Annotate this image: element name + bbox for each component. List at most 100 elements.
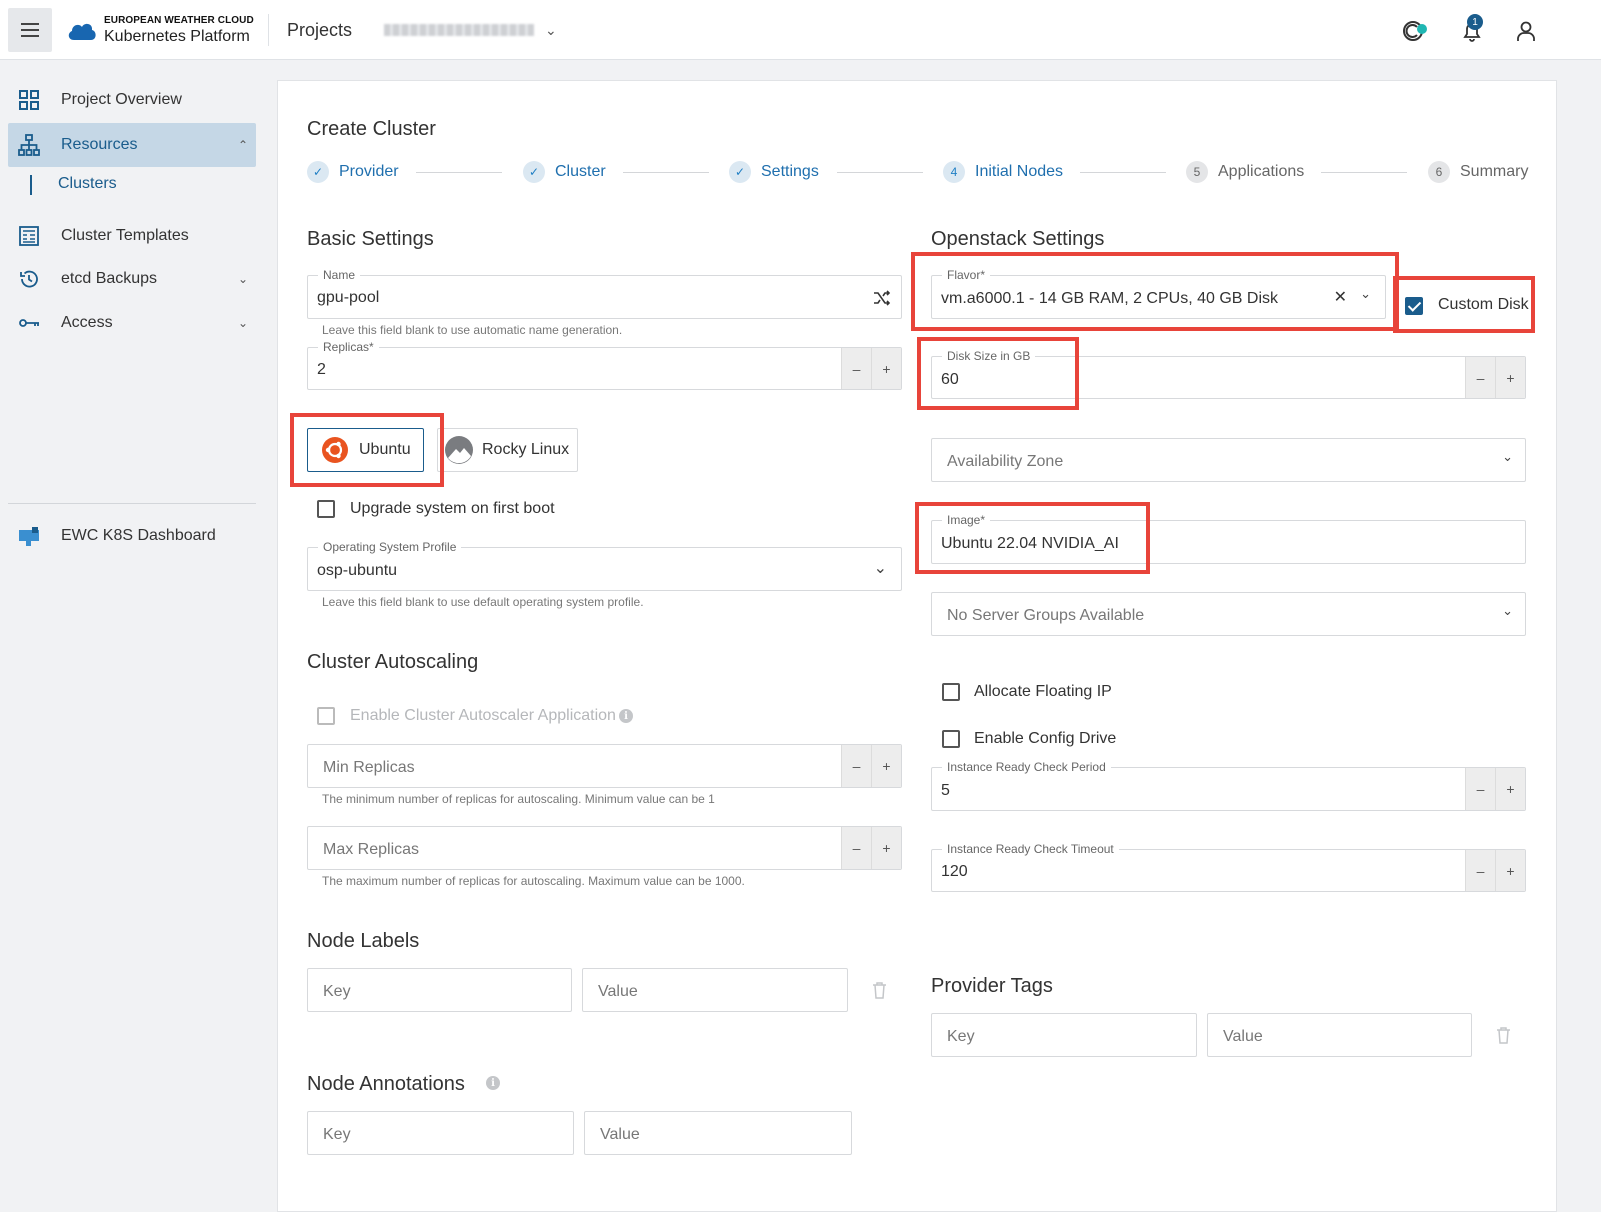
disk-size-field[interactable]: Disk Size in GB 60 – + <box>931 349 1526 399</box>
history-icon <box>20 270 38 288</box>
hamburger-menu-button[interactable] <box>8 8 52 52</box>
trash-icon[interactable] <box>872 982 887 999</box>
step-provider[interactable]: ✓ Provider <box>307 160 399 184</box>
sidebar-item-ewc-k8s-dashboard[interactable]: EWC K8S Dashboard <box>8 514 256 558</box>
ready-check-period-field[interactable]: Instance Ready Check Period 5 – + <box>931 760 1526 811</box>
decrement-button[interactable]: – <box>1465 357 1495 398</box>
field-value: 60 <box>941 371 959 388</box>
config-drive-checkbox[interactable] <box>942 730 960 748</box>
step-connector <box>837 172 923 173</box>
increment-button[interactable]: + <box>1495 357 1525 398</box>
node-label-value-input[interactable]: Value <box>582 968 848 1012</box>
field-value: osp-ubuntu <box>317 562 398 579</box>
floating-ip-checkbox[interactable] <box>942 683 960 701</box>
sidebar-divider <box>8 503 256 504</box>
config-drive-label[interactable]: Enable Config Drive <box>974 730 1116 748</box>
step-summary[interactable]: 6 Summary <box>1428 160 1528 184</box>
check-icon: ✓ <box>307 161 329 183</box>
enable-autoscaler-checkbox[interactable] <box>317 707 335 725</box>
sidebar-item-label: Access <box>61 314 113 331</box>
project-selector-redacted[interactable] <box>384 24 534 36</box>
field-placeholder: Key <box>323 983 351 1000</box>
image-field[interactable]: Image* Ubuntu 22.04 NVIDIA_AI <box>931 513 1526 564</box>
field-placeholder: Value <box>600 1126 640 1143</box>
shuffle-icon[interactable] <box>873 289 891 307</box>
increment-button[interactable]: + <box>871 745 901 787</box>
projects-label[interactable]: Projects <box>287 20 352 41</box>
decrement-button[interactable]: – <box>841 827 871 869</box>
node-annotation-value-input[interactable]: Value <box>584 1111 852 1155</box>
sidebar-item-label: etcd Backups <box>61 270 158 287</box>
provider-tag-key-input[interactable]: Key <box>931 1013 1197 1057</box>
field-value: vm.a6000.1 - 14 GB RAM, 2 CPUs, 40 GB Di… <box>941 290 1279 307</box>
os-ubuntu-button[interactable]: Ubuntu <box>307 428 424 472</box>
decrement-button[interactable]: – <box>841 745 871 787</box>
user-icon[interactable] <box>1513 18 1539 44</box>
field-placeholder: Max Replicas <box>323 841 420 858</box>
increment-button[interactable]: + <box>1495 768 1525 810</box>
step-connector <box>1080 172 1166 173</box>
chevron-down-icon[interactable]: ⌄ <box>238 272 248 286</box>
dashboard-icon <box>19 527 39 546</box>
sidebar-item-access[interactable]: Access ⌄ <box>8 301 256 345</box>
sidebar: Project Overview Resources ⌃ Clusters Cl… <box>0 60 266 1212</box>
decrement-button[interactable]: – <box>1465 850 1495 891</box>
chevron-down-icon[interactable]: ⌄ <box>1360 286 1371 302</box>
step-label: Provider <box>339 163 399 180</box>
upgrade-system-label[interactable]: Upgrade system on first boot <box>350 500 555 518</box>
os-profile-hint: Leave this field blank to use default op… <box>322 595 644 609</box>
ubuntu-logo-icon <box>322 437 348 463</box>
clear-icon[interactable]: ✕ <box>1334 287 1347 307</box>
os-rocky-button[interactable]: Rocky Linux <box>437 428 578 472</box>
custom-disk-checkbox[interactable] <box>1405 297 1423 315</box>
chevron-down-icon[interactable]: ⌄ <box>545 22 557 39</box>
server-groups-select[interactable]: No Server Groups Available ⌄ <box>931 592 1526 636</box>
chevron-down-icon[interactable]: ⌄ <box>874 558 887 578</box>
sidebar-item-project-overview[interactable]: Project Overview <box>8 78 256 122</box>
sidebar-item-label: Project Overview <box>61 91 182 108</box>
sidebar-item-clusters[interactable]: Clusters <box>30 175 117 195</box>
os-profile-select[interactable]: Operating System Profile osp-ubuntu ⌄ <box>307 540 902 591</box>
chevron-down-icon[interactable]: ⌄ <box>238 316 248 330</box>
step-applications[interactable]: 5 Applications <box>1186 160 1304 184</box>
increment-button[interactable]: + <box>871 827 901 869</box>
theme-toggle-icon[interactable] <box>1401 18 1427 44</box>
sidebar-item-resources[interactable]: Resources ⌃ <box>8 123 256 167</box>
ready-check-timeout-field[interactable]: Instance Ready Check Timeout 120 – + <box>931 842 1526 892</box>
custom-disk-label[interactable]: Custom Disk <box>1438 296 1529 314</box>
name-field[interactable]: Name gpu-pool <box>307 268 902 319</box>
chevron-down-icon[interactable]: ⌄ <box>1502 449 1513 465</box>
step-settings[interactable]: ✓ Settings <box>729 160 819 184</box>
node-label-key-input[interactable]: Key <box>307 968 572 1012</box>
increment-button[interactable]: + <box>871 348 901 389</box>
field-label: Operating System Profile <box>318 540 462 554</box>
step-cluster[interactable]: ✓ Cluster <box>523 160 606 184</box>
floating-ip-label[interactable]: Allocate Floating IP <box>974 683 1112 701</box>
chevron-down-icon[interactable]: ⌄ <box>1502 603 1513 619</box>
min-replicas-field[interactable]: Min Replicas – + <box>307 744 902 788</box>
field-label: Replicas* <box>318 340 379 354</box>
openstack-settings-title: Openstack Settings <box>931 228 1105 250</box>
sidebar-item-etcd-backups[interactable]: etcd Backups ⌄ <box>8 257 256 301</box>
field-value: Ubuntu 22.04 NVIDIA_AI <box>941 535 1119 552</box>
trash-icon[interactable] <box>1496 1027 1511 1044</box>
flavor-select[interactable]: Flavor* vm.a6000.1 - 14 GB RAM, 2 CPUs, … <box>931 268 1386 319</box>
replicas-field[interactable]: Replicas* 2 – + <box>307 340 902 390</box>
max-replicas-field[interactable]: Max Replicas – + <box>307 826 902 870</box>
sidebar-item-cluster-templates[interactable]: Cluster Templates <box>8 214 256 258</box>
decrement-button[interactable]: – <box>1465 768 1495 810</box>
step-label: Cluster <box>555 163 606 180</box>
chevron-up-icon[interactable]: ⌃ <box>238 138 248 152</box>
step-initial-nodes[interactable]: 4 Initial Nodes <box>943 160 1063 184</box>
field-placeholder: Value <box>1223 1028 1263 1045</box>
node-annotation-key-input[interactable]: Key <box>307 1111 574 1155</box>
provider-tag-value-input[interactable]: Value <box>1207 1013 1472 1057</box>
info-icon[interactable]: i <box>619 709 633 723</box>
info-icon[interactable]: i <box>486 1076 500 1090</box>
availability-zone-select[interactable]: Availability Zone ⌄ <box>931 438 1526 482</box>
step-label: Initial Nodes <box>975 163 1064 180</box>
upgrade-system-checkbox[interactable] <box>317 500 335 518</box>
brand-logo[interactable]: EUROPEAN WEATHER CLOUD Kubernetes Platfo… <box>66 14 254 46</box>
decrement-button[interactable]: – <box>841 348 871 389</box>
increment-button[interactable]: + <box>1495 850 1525 891</box>
